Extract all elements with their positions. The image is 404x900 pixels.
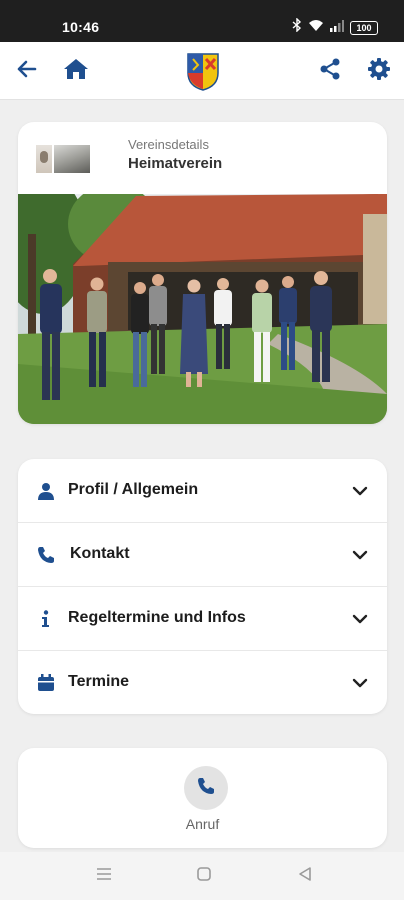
club-group-photo (18, 174, 387, 424)
chevron-down-icon (351, 611, 369, 627)
wifi-icon (308, 19, 324, 37)
chevron-down-icon (351, 483, 369, 499)
back-button[interactable] (12, 57, 40, 85)
club-header: Vereinsdetails Heimatverein (18, 122, 387, 194)
menu-lines-icon (96, 867, 112, 886)
menu-item-regular-dates[interactable]: Regeltermine und Infos (18, 587, 387, 651)
status-time: 10:46 (62, 19, 100, 35)
menu-item-contact[interactable]: Kontakt (18, 523, 387, 587)
bluetooth-icon (292, 17, 302, 37)
menu-item-events[interactable]: Termine (18, 651, 387, 714)
chevron-down-icon (351, 547, 369, 563)
home-nav-button[interactable] (194, 866, 214, 886)
battery-icon: 100 (350, 20, 378, 35)
phone-icon (197, 777, 215, 800)
club-details-card: Vereinsdetails Heimatverein (18, 122, 387, 424)
share-button[interactable] (316, 57, 344, 85)
menu-item-label: Profil / Allgemein (68, 481, 199, 498)
home-icon (63, 58, 89, 85)
club-menu-card: Profil / Allgemein Kontakt Regeltermine … (18, 459, 387, 714)
menu-item-label: Regeltermine und Infos (68, 609, 246, 626)
signal-icon (330, 19, 344, 37)
home-button[interactable] (62, 57, 90, 85)
recent-apps-button[interactable] (94, 866, 114, 886)
info-icon (36, 609, 56, 629)
square-icon (196, 866, 212, 887)
system-nav-bar (0, 852, 404, 900)
menu-item-label: Termine (68, 673, 130, 690)
person-icon (36, 481, 56, 501)
app-bar (0, 42, 404, 100)
section-label: Vereinsdetails (128, 137, 209, 152)
menu-item-profile[interactable]: Profil / Allgemein (18, 459, 387, 523)
back-nav-button[interactable] (295, 866, 315, 886)
menu-item-label: Kontakt (70, 545, 130, 562)
share-icon (319, 58, 341, 85)
gear-icon (367, 57, 391, 86)
call-button[interactable] (184, 766, 228, 810)
calendar-icon (36, 673, 56, 693)
triangle-back-icon (297, 866, 313, 887)
club-thumbnail (36, 145, 108, 173)
back-arrow-icon (15, 59, 37, 84)
chevron-down-icon (351, 675, 369, 691)
settings-button[interactable] (365, 57, 393, 85)
club-name: Heimatverein (128, 155, 223, 172)
coat-of-arms-logo (187, 53, 219, 91)
actions-card: Anruf (18, 748, 387, 848)
system-icons: 100 (292, 17, 378, 37)
call-label: Anruf (185, 816, 220, 832)
status-bar: 10:46 100 (0, 0, 404, 42)
phone-icon (36, 545, 56, 565)
